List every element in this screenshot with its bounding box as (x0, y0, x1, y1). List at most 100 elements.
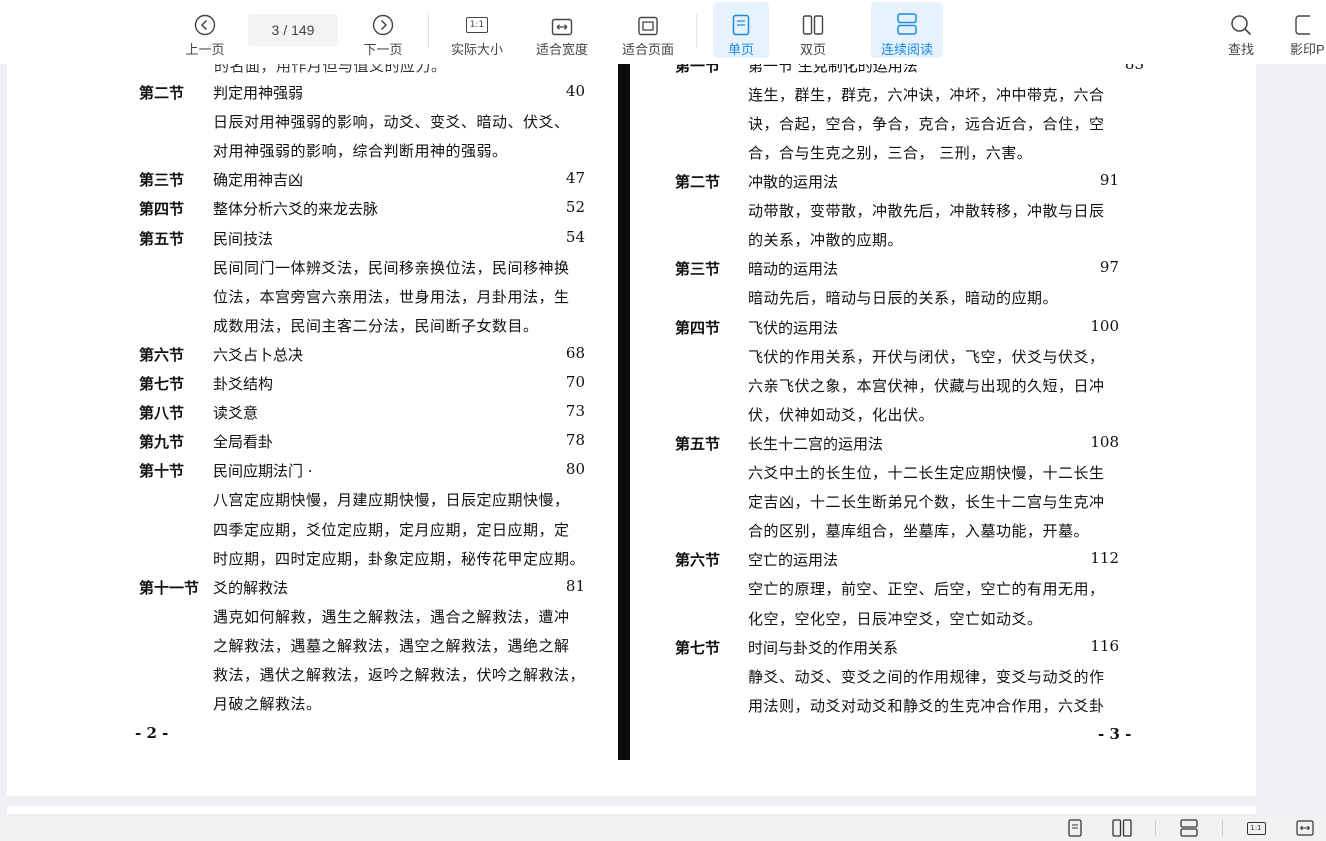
fit-page-label: 适合页面 (621, 42, 674, 57)
page-number-field[interactable]: 3 / 149 (248, 14, 338, 46)
top-toolbar: 上一页 3 / 149 下一页 1:1 实际大小 适合宽度 适合页面 单页 双页… (0, 0, 1326, 64)
single-page-icon (732, 2, 750, 36)
toc-section-title: 空亡的运用法 (748, 551, 839, 570)
right-page: 第一节 第一节 生克制化的运用法 83 连生，群生，群克，六冲诀，冲坏，冲中带克… (630, 64, 1256, 796)
toc-section-title: 六爻占卜总决 (213, 345, 304, 364)
toc-page-ref: 81 (565, 576, 585, 595)
double-page-mode-icon[interactable] (1109, 817, 1135, 839)
toc-section-number: 第四节 (139, 200, 185, 219)
toc-section-number: 第二节 (139, 84, 185, 102)
toc-section-number: 第三节 (139, 171, 185, 190)
toc-page-ref: 100 (1090, 316, 1119, 335)
toc-section-number: 第二节 (675, 173, 721, 191)
fit-page-icon (637, 0, 659, 36)
single-page-mode-icon[interactable] (1064, 817, 1086, 839)
toc-section-number: 第三节 (675, 260, 721, 279)
toc-section-description: 六亲飞伏之象，本宫伏神，伏藏与出现的久短，日冲 (748, 376, 1105, 395)
toc-section-title: 卦爻结构 (213, 375, 274, 393)
toc-section-description: 八宫定应期快慢，月建应期快慢，日辰定应期快慢， (213, 491, 570, 510)
toc-section-title: 暗动的运用法 (748, 260, 839, 279)
toc-section-description: 时应期，四时定应期，卦象定应期，秘传花甲定应期。 (213, 549, 586, 568)
toc-section-description: 成数用法，民间主客二分法，民间断子女数目。 (213, 316, 539, 335)
toc-section-number: 第八节 (139, 404, 185, 423)
toc-page-ref: 68 (565, 343, 585, 362)
toc-section-description: 合的区别，墓库组合，坐墓库，入墓功能，开墓。 (748, 522, 1090, 541)
toc-section-title: 爻的解救法 (213, 578, 289, 597)
fit-width-mode-icon[interactable] (1293, 817, 1317, 839)
toc-section-description: 救法，遇伏之解救法，返吟之解救法，伏吟之解救法， (213, 666, 586, 684)
bottom-status-bar: 1:1 (0, 814, 1326, 841)
toc-section-number: 第十节 (139, 462, 185, 481)
toc-section-number: 第七节 (139, 375, 185, 393)
toc-section-description: 静爻、动爻、变爻之间的作用规律，变爻与动爻的作 (748, 667, 1105, 686)
print-icon (1286, 0, 1310, 36)
left-page: 的名面，用作月但与值爻的应力。 第二节 判定用神强弱 40 日辰对用神强弱的影响，动爻… (7, 64, 618, 796)
prev-page-button[interactable]: 上一页 (176, 0, 234, 64)
toc-section-description: 暗动先后，暗动与日辰的关系，暗动的应期。 (748, 289, 1059, 308)
toc-section-number: 第五节 (139, 229, 185, 248)
toc-section-description: 合，合与生克之别，三合， 三刑，六害。 (748, 144, 1033, 163)
toc-section-title: 判定用神强弱 (213, 84, 304, 102)
toc-section-description: 化空，空化空，日辰冲空爻，空亡如动爻。 (748, 609, 1043, 628)
next-page-button[interactable]: 下一页 (354, 0, 412, 64)
current-page-input[interactable]: 3 (272, 22, 280, 38)
double-page-label: 双页 (799, 42, 826, 57)
single-page-label: 单页 (727, 42, 754, 57)
actual-size-label: 实际大小 (450, 42, 503, 57)
toc-page-ref: 70 (565, 373, 585, 391)
actual-size-icon: 1:1 (466, 0, 488, 36)
fit-page-button[interactable]: 适合页面 (616, 0, 680, 64)
toc-page-ref: 112 (1090, 549, 1119, 568)
fit-width-button[interactable]: 适合宽度 (530, 0, 594, 64)
toc-section-number: 第七节 (675, 638, 721, 657)
toc-section-number: 第六节 (139, 345, 185, 364)
print-button[interactable]: 影印P (1286, 0, 1326, 64)
toc-section-title: 整体分析六爻的来龙去脉 (213, 200, 379, 219)
toc-section-description: 六爻中土的长生位，十二长生定应期快慢，十二长生 (748, 464, 1105, 482)
toc-section-description: 对用神强弱的影响，综合判断用神的强弱。 (213, 142, 508, 161)
toc-section-description: 空亡的原理，前空、正空、后空，空亡的有用无用， (748, 580, 1105, 599)
page-number: - 2 - (135, 724, 169, 742)
toc-page-ref: 54 (565, 227, 585, 246)
toc-section-description: 之解救法，遇墓之解救法，遇空之解救法，遇绝之解 (213, 636, 570, 655)
toc-page-ref: 91 (1099, 171, 1119, 189)
toc-section-description: 定吉凶，十二长生断弟兄个数，长生十二宫与生克冲 (748, 493, 1105, 512)
toc-section-description: 动带散，变带散，冲散先后，冲散转移，冲散与日辰 (748, 202, 1105, 221)
toc-section-number: 第一节 (675, 64, 721, 75)
next-page-edge (7, 806, 1256, 814)
next-page-label: 下一页 (363, 42, 403, 57)
toc-page-ref: 78 (565, 431, 585, 450)
toc-section-description: 用法则，动爻对动爻和静爻的生克冲合作用，六爻卦 (748, 696, 1105, 715)
toc-section-description: 伏，伏神如动爻，化出伏。 (748, 405, 935, 424)
toc-section-title: 民间应期法门 · (213, 462, 313, 481)
search-label: 查找 (1227, 42, 1254, 57)
double-page-icon (802, 0, 824, 36)
double-page-button[interactable]: 双页 (786, 0, 840, 64)
chevron-right-circle-icon (372, 0, 394, 36)
actual-size-mode-icon[interactable]: 1:1 (1244, 817, 1268, 839)
continuous-reading-label: 连续阅读 (880, 42, 933, 57)
single-page-button[interactable]: 单页 (713, 2, 769, 58)
toc-page-ref: 40 (565, 82, 585, 100)
toc-section-number: 第五节 (675, 434, 721, 453)
continuous-mode-icon[interactable] (1177, 817, 1201, 839)
toc-section-title: 全局看卦 (213, 433, 274, 452)
print-label: 影印P (1290, 42, 1325, 57)
search-icon (1230, 0, 1252, 36)
toc-section-description: 民间同门一体辨爻法，民间移亲换位法，民间移神换 (213, 258, 570, 277)
toolbar-divider (696, 14, 697, 48)
toc-page-ref: 80 (565, 460, 585, 479)
total-pages: / 149 (283, 22, 315, 38)
document-viewport[interactable]: 的名面，用作月但与值爻的应力。 第二节 判定用神强弱 40 日辰对用神强弱的影响，动爻… (7, 64, 1256, 796)
toc-section-number: 第四节 (675, 318, 721, 337)
status-divider (1155, 820, 1156, 836)
prev-page-label: 上一页 (185, 42, 225, 57)
toc-section-title: 长生十二宫的运用法 (748, 434, 884, 453)
toc-section-title: 冲散的运用法 (748, 173, 839, 191)
toc-section-description: 飞伏的作用关系，开伏与闭伏，飞空，伏爻与伏爻， (748, 347, 1105, 366)
continuous-reading-button[interactable]: 连续阅读 (871, 2, 943, 58)
toc-section-number: 第九节 (139, 433, 185, 452)
search-button[interactable]: 查找 (1220, 0, 1262, 64)
toc-section-description: 日辰对用神强弱的影响，动爻、变爻、暗动、伏爻、 (213, 113, 570, 132)
actual-size-button[interactable]: 1:1 实际大小 (444, 0, 510, 64)
